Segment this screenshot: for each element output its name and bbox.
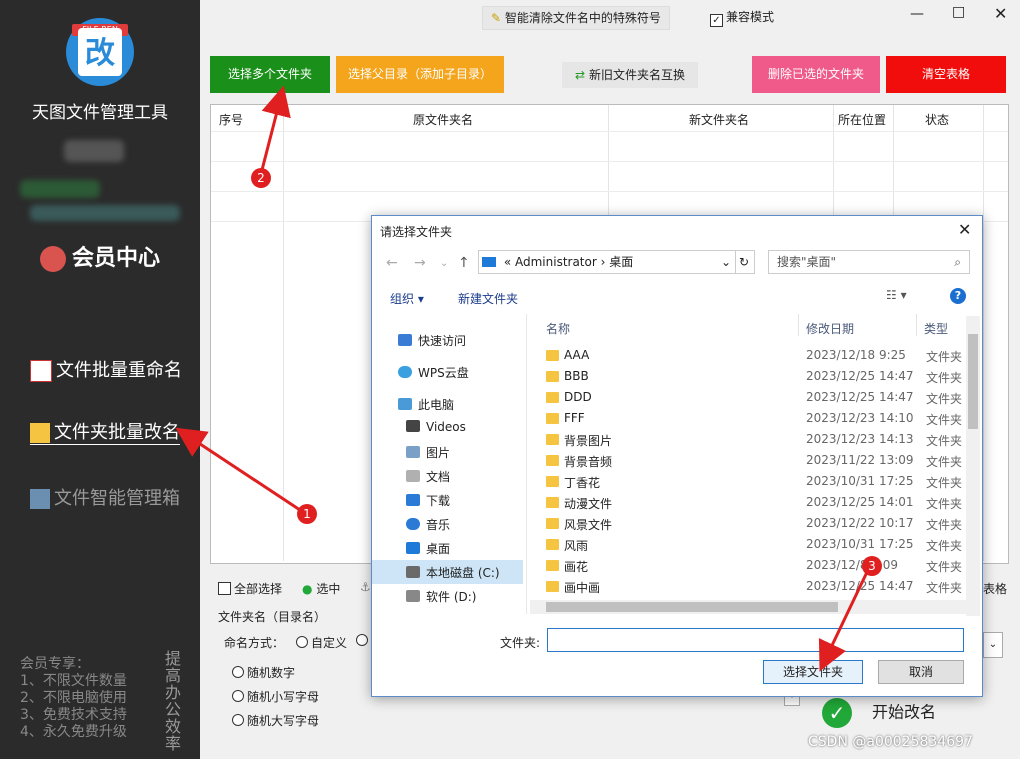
annotation-marker: 1: [297, 504, 317, 524]
watermark: CSDN @a00025834697: [808, 734, 973, 750]
annotation-arrow: [818, 569, 870, 672]
annotation-marker: 3: [862, 556, 882, 576]
annotation-arrow: [260, 85, 291, 171]
annotation-marker: 2: [251, 168, 271, 188]
annotation-arrows: [175, 85, 870, 672]
annotation-arrow: [175, 427, 301, 512]
